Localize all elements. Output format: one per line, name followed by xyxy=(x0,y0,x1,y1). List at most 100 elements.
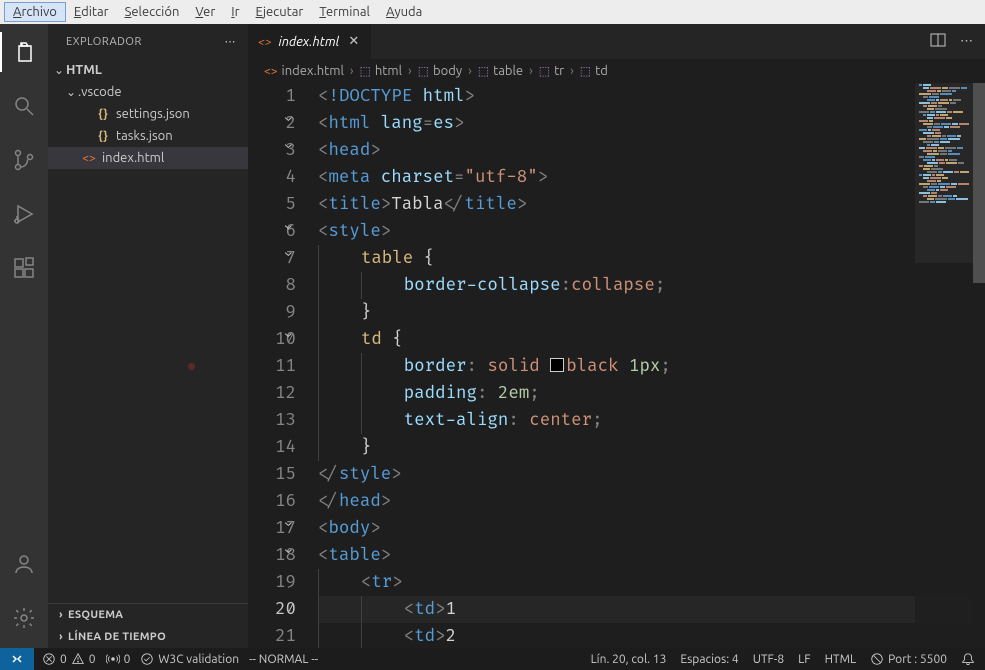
tree-folder-vscode[interactable]: ⌄ .vscode xyxy=(48,81,248,103)
status-language[interactable]: HTML xyxy=(825,653,857,666)
status-radio[interactable]: 0 xyxy=(106,652,131,666)
breakpoint-dot[interactable] xyxy=(188,363,195,370)
explorer-icon[interactable] xyxy=(0,32,48,72)
menu-ayuda[interactable]: Ayuda xyxy=(378,3,430,21)
chevron-right-icon: › xyxy=(568,64,576,78)
tree-file-index[interactable]: <> index.html xyxy=(48,147,248,169)
scrollbar-thumb[interactable] xyxy=(973,83,985,283)
code-line[interactable]: <td>2 xyxy=(318,623,985,648)
minimap[interactable] xyxy=(915,83,973,648)
breadcrumb-item[interactable]: ⬚html xyxy=(360,64,403,78)
status-problems[interactable]: 0 0 xyxy=(42,652,96,666)
code-line[interactable]: <head> xyxy=(318,137,985,164)
tree-file-tasks[interactable]: {} tasks.json xyxy=(48,125,248,147)
line-number: 19 xyxy=(248,569,296,596)
code-line[interactable]: td { xyxy=(318,326,985,353)
code-area[interactable]: <!DOCTYPE html><html lang=es><head><meta… xyxy=(318,83,985,648)
code-line[interactable]: padding: 2em; xyxy=(318,380,985,407)
breadcrumb-item[interactable]: ⬚td xyxy=(580,64,608,78)
code-line[interactable]: </style> xyxy=(318,461,985,488)
tree-file-settings[interactable]: {} settings.json xyxy=(48,103,248,125)
code-line[interactable]: <title>Tabla</title> xyxy=(318,191,985,218)
code-line[interactable]: <table> xyxy=(318,542,985,569)
code-line[interactable]: text-align: center; xyxy=(318,407,985,434)
chevron-down-icon: ⌄ xyxy=(64,85,78,99)
menu-editar[interactable]: Editar xyxy=(66,3,117,21)
code-line[interactable]: table { xyxy=(318,245,985,272)
chevron-right-icon: › xyxy=(466,64,474,78)
file-tree: ⌄ HTML ⌄ .vscode {} settings.json {} tas… xyxy=(48,59,248,603)
chevron-right-icon: › xyxy=(527,64,535,78)
menu-ver[interactable]: Ver xyxy=(187,3,223,21)
tree-root[interactable]: ⌄ HTML xyxy=(48,59,248,81)
tab-index-html[interactable]: <> index.html ✕ xyxy=(248,24,372,59)
menu-selección[interactable]: Selección xyxy=(117,3,188,21)
fold-chevron-icon[interactable]: ⌄ xyxy=(282,117,292,127)
code-line[interactable]: <meta charset="utf-8"> xyxy=(318,164,985,191)
fold-chevron-icon[interactable]: ⌄ xyxy=(282,225,292,235)
fold-chevron-icon[interactable]: ⌄ xyxy=(282,549,292,559)
code-line[interactable]: } xyxy=(318,299,985,326)
code-line[interactable]: <!DOCTYPE html> xyxy=(318,83,985,110)
menu-archivo[interactable]: Archivo xyxy=(4,2,66,22)
close-tab-icon[interactable]: ✕ xyxy=(346,32,361,51)
breadcrumb-item[interactable]: ⬚tr xyxy=(539,64,564,78)
split-editor-icon[interactable] xyxy=(930,32,946,51)
status-cursor-position[interactable]: Lín. 20, col. 13 xyxy=(591,653,667,666)
symbol-icon: ⬚ xyxy=(418,64,429,78)
json-file-icon: {} xyxy=(94,108,112,121)
line-number: 20 xyxy=(248,596,296,623)
code-line[interactable]: <style> xyxy=(318,218,985,245)
menu-ejecutar[interactable]: Ejecutar xyxy=(248,3,312,21)
search-icon[interactable] xyxy=(0,86,48,126)
code-line[interactable]: <html lang=es> xyxy=(318,110,985,137)
code-line[interactable]: border-collapse:collapse; xyxy=(318,272,985,299)
fold-chevron-icon[interactable]: ⌄ xyxy=(282,252,292,262)
settings-gear-icon[interactable] xyxy=(0,598,48,638)
line-number: 16 xyxy=(248,488,296,515)
source-control-icon[interactable] xyxy=(0,140,48,180)
code-line[interactable]: <body> xyxy=(318,515,985,542)
minimap-slider[interactable] xyxy=(915,83,973,263)
code-line[interactable]: <tr> xyxy=(318,569,985,596)
html-file-icon: <> xyxy=(264,64,278,78)
breadcrumb-item[interactable]: <>index.html xyxy=(264,64,344,78)
breadcrumb-item[interactable]: ⬚table xyxy=(478,64,523,78)
scrollbar-vertical[interactable] xyxy=(973,83,985,648)
editor-body[interactable]: 12⌄3⌄456⌄7⌄8910⌄11121314151617⌄18⌄192021… xyxy=(248,83,985,648)
status-notifications-icon[interactable] xyxy=(961,652,975,666)
color-swatch-icon[interactable] xyxy=(550,358,564,372)
remote-indicator[interactable] xyxy=(0,648,34,670)
status-live-server[interactable]: Port : 5500 xyxy=(870,652,947,666)
status-indentation[interactable]: Espacios: 4 xyxy=(680,653,738,666)
breadcrumbs[interactable]: <>index.html›⬚html›⬚body›⬚table›⬚tr›⬚td xyxy=(248,59,985,83)
code-line[interactable]: <td>1 xyxy=(318,596,985,623)
status-encoding[interactable]: UTF-8 xyxy=(753,653,784,666)
status-w3c[interactable]: W3C validation xyxy=(140,652,239,666)
menu-ir[interactable]: Ir xyxy=(223,3,247,21)
line-number: 15 xyxy=(248,461,296,488)
run-debug-icon[interactable] xyxy=(0,194,48,234)
line-number: 2⌄ xyxy=(248,110,296,137)
extensions-icon[interactable] xyxy=(0,248,48,288)
status-vim-mode: -- NORMAL -- xyxy=(249,653,318,666)
account-icon[interactable] xyxy=(0,544,48,584)
code-line[interactable]: border: solid black 1px; xyxy=(318,353,985,380)
fold-chevron-icon[interactable]: ⌄ xyxy=(282,333,292,343)
line-number: 3⌄ xyxy=(248,137,296,164)
sidebar-more-icon[interactable]: ⋯ xyxy=(225,35,237,48)
more-actions-icon[interactable]: ⋯ xyxy=(960,34,973,49)
code-line[interactable]: } xyxy=(318,434,985,461)
menu-terminal[interactable]: Terminal xyxy=(311,3,378,21)
chevron-right-icon: › xyxy=(348,64,356,78)
code-line[interactable]: </head> xyxy=(318,488,985,515)
breadcrumb-item[interactable]: ⬚body xyxy=(418,64,462,78)
section-timeline[interactable]: › LÍNEA DE TIEMPO xyxy=(48,626,248,648)
fold-chevron-icon[interactable]: ⌄ xyxy=(282,144,292,154)
line-number: 1 xyxy=(248,83,296,110)
fold-chevron-icon[interactable]: ⌄ xyxy=(282,522,292,532)
editor-actions: ⋯ xyxy=(918,24,985,59)
status-eol[interactable]: LF xyxy=(798,653,810,666)
section-outline[interactable]: › ESQUEMA xyxy=(48,604,248,626)
line-number: 13 xyxy=(248,407,296,434)
